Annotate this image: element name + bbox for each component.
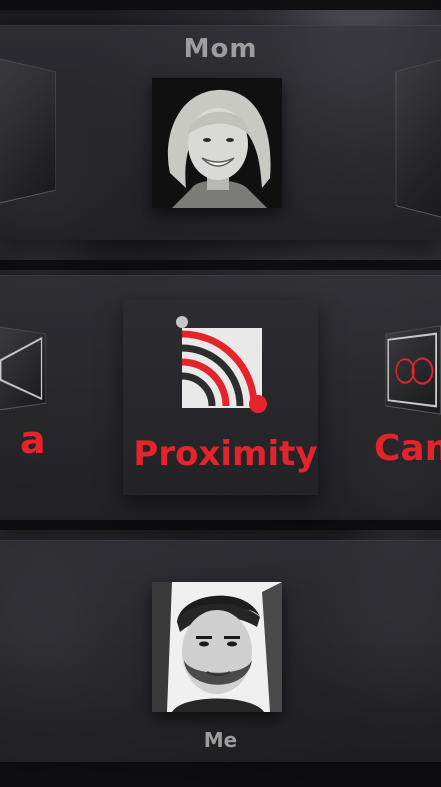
mode-card-right[interactable] [385,325,441,414]
portrait-man-icon [152,582,282,712]
mode-label-right: Cam [374,428,441,469]
mode-label-left: a [20,418,46,462]
app-screen: Mom a Ca Proximity Me [0,0,441,787]
device-icon [0,327,45,410]
mode-label-center: Proximity [123,434,328,474]
contact-name-bottom: Me [0,728,441,752]
contact-card-right[interactable] [396,58,441,219]
divider [0,260,441,270]
camera-icon [386,327,440,414]
proximity-icon-wrap [172,314,272,416]
portrait-woman-icon [152,78,282,208]
divider [0,0,441,10]
mode-card-left[interactable] [0,326,46,411]
divider [0,520,441,530]
avatar-me[interactable] [152,582,282,712]
divider [0,762,441,787]
avatar-mom[interactable] [152,78,282,208]
contact-name-top: Mom [0,34,441,64]
proximity-wifi-icon [172,314,272,416]
contact-card-left[interactable] [0,57,56,205]
